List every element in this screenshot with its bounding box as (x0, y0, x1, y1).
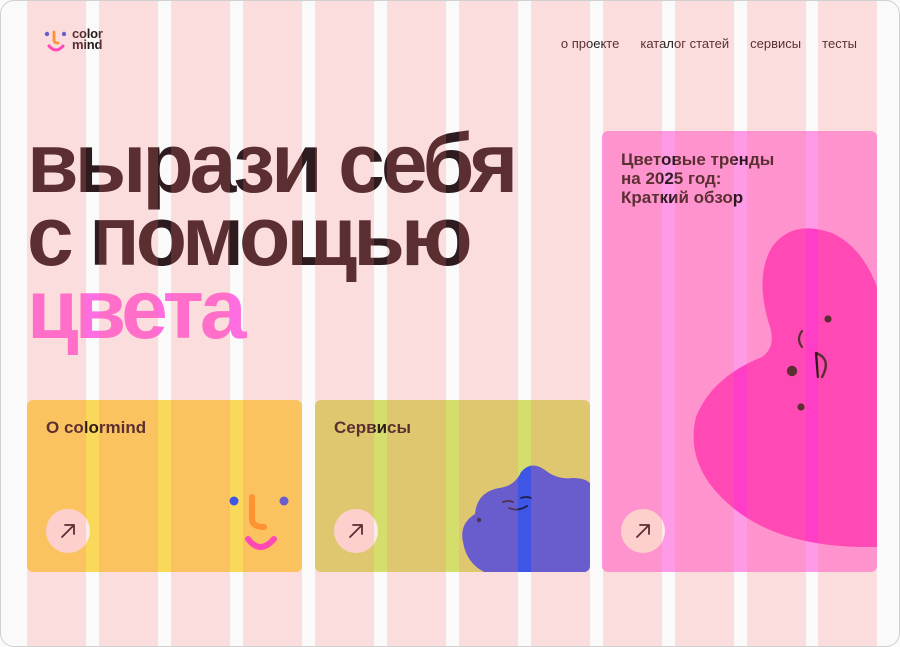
card-services-arrow-button[interactable] (334, 509, 378, 553)
arrow-up-right-icon (636, 524, 650, 538)
card-about[interactable]: О colormind (27, 400, 302, 572)
main-nav: о проекте каталог статей сервисы тесты (561, 36, 857, 51)
nav-link-about[interactable]: о проекте (561, 36, 619, 51)
card-trends-title: Цветовые тренды на 2025 год: Краткий обз… (621, 150, 774, 207)
card-trends-title-line-3: Краткий обзор (621, 188, 744, 207)
nav-link-catalog[interactable]: каталог статей (640, 36, 729, 51)
arrow-up-right-icon (349, 524, 363, 538)
nav-link-services[interactable]: сервисы (750, 36, 801, 51)
pink-blob-face-icon (693, 228, 877, 547)
card-services[interactable]: Сервисы (315, 400, 590, 572)
card-trends-title-line-1: Цветовые тренды (621, 150, 775, 169)
card-trends-arrow-button[interactable] (621, 509, 665, 553)
colormind-logo-icon (44, 30, 67, 52)
card-services-title: Сервисы (334, 418, 411, 437)
nav-link-tests[interactable]: тесты (822, 36, 857, 51)
page-frame: color mind о проекте каталог статей серв… (0, 0, 900, 647)
logo-wordmark: color mind (72, 27, 103, 52)
site-header: color mind о проекте каталог статей серв… (1, 1, 899, 81)
card-trends-title-line-2: на 2025 год: (621, 169, 722, 188)
logo-line-2: mind (72, 37, 103, 52)
hero-headline: вырази себя с помощью цвета (27, 121, 518, 356)
card-about-arrow-button[interactable] (46, 509, 90, 553)
card-about-title: О colormind (46, 418, 147, 437)
logo-link[interactable]: color mind (44, 27, 124, 56)
hero-line-3: цвета (27, 262, 247, 356)
smile-face-icon (229, 494, 289, 550)
blue-blob-face-icon (462, 465, 590, 572)
card-trends[interactable]: Цветовые тренды на 2025 год: Краткий обз… (602, 131, 877, 572)
arrow-up-right-icon (61, 524, 75, 538)
